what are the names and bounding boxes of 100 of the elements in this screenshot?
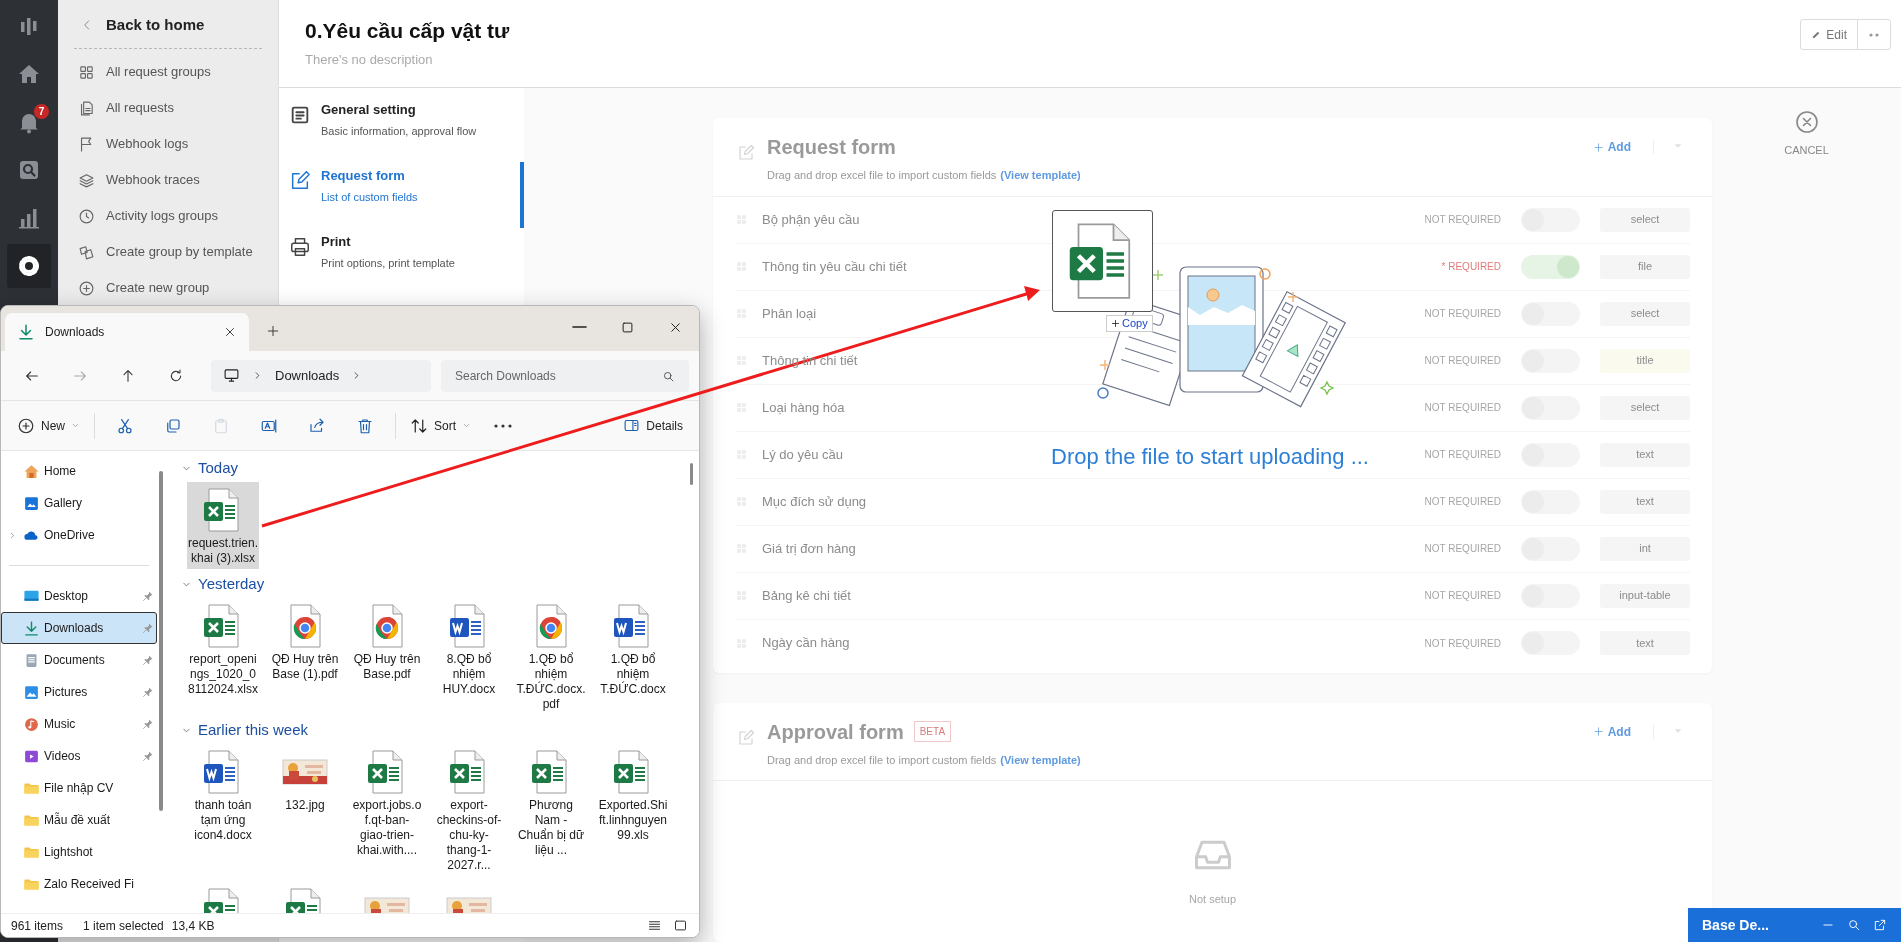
search-icon (17, 158, 41, 182)
edit-icon (737, 728, 755, 747)
address-bar[interactable]: Downloads (211, 359, 431, 392)
sidebar-item[interactable]: Webhook logs (74, 133, 262, 155)
grid-icon (78, 63, 95, 81)
group-header[interactable]: Yesterday (181, 573, 265, 595)
item-count: 961 items (11, 917, 64, 935)
field-name: Lý do yêu cầu (762, 445, 843, 464)
home-icon (23, 462, 40, 480)
file-tile[interactable]: QĐ Huy trên Base.pdf (351, 598, 423, 715)
toggle-switch[interactable] (1521, 254, 1580, 279)
group-header[interactable]: Earlier this week (181, 719, 309, 741)
file-name: Phương Nam - Chuẩn bị dữ liệu ... (516, 798, 586, 858)
file-tile[interactable]: export-checkins-of-chu-ky-thang-1-2027.r... (433, 744, 505, 876)
chevron-right-icon (8, 530, 17, 540)
file-tile[interactable]: QĐ Huy trên Base (1).pdf (269, 598, 341, 715)
requirement-label: NOT REQUIRED (1423, 542, 1501, 556)
file-tile[interactable]: thanh toán tạm ứng icon4.docx (187, 744, 259, 876)
chat-widget-bar[interactable]: Base De... (1688, 908, 1901, 942)
close-icon (223, 325, 237, 339)
settings-nav-title: General setting (321, 101, 417, 119)
music-icon (23, 715, 40, 733)
file-tile[interactable]: Exported.Shift.linhnguyen99.xls (597, 744, 669, 876)
nav-pane-item[interactable]: Lightshot (1, 836, 157, 868)
sidebar-item[interactable]: All requests (74, 97, 262, 119)
field-type-tag: input-table (1600, 583, 1690, 608)
nav-pane-item[interactable]: Documents (1, 644, 157, 676)
file-name: 8.QĐ bổ nhiệm HUY.docx (441, 652, 497, 697)
file-name: QĐ Huy trên Base (1).pdf (270, 652, 340, 682)
nav-pane-item[interactable]: Zalo Received Fi (1, 868, 157, 900)
nav-pane-item[interactable]: Mẫu đề xuất (1, 804, 157, 836)
requirement-label: NOT REQUIRED (1423, 401, 1501, 415)
field-type-tag: select (1600, 395, 1690, 420)
close-icon (1794, 110, 1819, 134)
active-indicator (520, 162, 524, 228)
file-name: Exported.Shift.linhnguyen99.xls (597, 798, 669, 843)
file-size: 13,4 KB (171, 917, 215, 935)
sidebar-item[interactable]: Create new group (74, 277, 262, 299)
rail-button[interactable] (7, 244, 51, 288)
card-hint: Drag and drop excel file to import custom fields (767, 752, 997, 768)
up-arrow-icon (120, 367, 136, 384)
details-button[interactable]: Details (617, 408, 689, 443)
pin-icon (142, 654, 154, 666)
file-tile[interactable]: 132.jpg (269, 744, 341, 876)
field-name: Bảng kê chi tiết (762, 586, 851, 605)
file-tile[interactable]: request.trien.khai (3).xlsx (187, 482, 259, 569)
sidebar-item[interactable]: Webhook traces (74, 169, 262, 191)
nav-pane-item[interactable]: OneDrive (1, 519, 157, 551)
settings-nav-item[interactable]: General setting Basic information, approval flow (279, 96, 524, 162)
monitor-icon (223, 367, 240, 384)
nav-pane-item[interactable]: Home (1, 455, 157, 487)
window-tab[interactable]: Downloads (5, 313, 249, 351)
back-link[interactable]: Back to home (74, 12, 262, 38)
file-tile[interactable]: Phương Nam - Chuẩn bị dữ liệu ... (515, 744, 587, 876)
file-name: 1.QĐ bổ nhiệm T.ĐỨC.docx.pdf (515, 652, 587, 712)
field-type-tag: file (1600, 254, 1690, 279)
sidebar-item[interactable]: Create group by template (74, 241, 262, 263)
pin-icon (142, 590, 154, 602)
file-tile[interactable]: report_openings_1020_08112024.xlsx (187, 598, 259, 715)
rail-button[interactable]: 7 (7, 100, 51, 144)
file-tile[interactable]: 8.QĐ bổ nhiệm HUY.docx (433, 598, 505, 715)
settings-nav-item[interactable]: Request form List of custom fields (279, 162, 524, 228)
tiles-view-icon (672, 918, 688, 933)
breadcrumb-item[interactable]: Downloads (275, 365, 340, 386)
requirement-label: NOT REQUIRED (1423, 213, 1501, 227)
nav-pane-item[interactable]: Videos (1, 740, 157, 772)
nav-pane-item[interactable]: Pictures (1, 676, 157, 708)
sort-button[interactable]: Sort (404, 408, 478, 443)
field-name: Mục đích sử dụng (762, 492, 867, 511)
settings-nav-item[interactable]: Print Print options, print template (279, 228, 524, 294)
file-name: request.trien.khai (3).xlsx (187, 536, 259, 566)
file-tile[interactable]: 1.QĐ bổ nhiệm T.ĐỨC.docx (597, 598, 669, 715)
empty-message: Not setup (1188, 892, 1237, 907)
field-type-tag: select (1600, 301, 1690, 326)
plus-circle-icon (78, 279, 95, 297)
search-field[interactable]: Search Downloads (441, 359, 689, 392)
sidebar-item[interactable]: All request groups (74, 61, 262, 83)
documents-icon (78, 99, 95, 117)
nav-pane-item[interactable]: Music (1, 708, 157, 740)
sidebar-item[interactable]: Activity logs groups (74, 205, 262, 227)
requirement-label: NOT REQUIRED (1423, 307, 1501, 321)
page-title: 0.Yêu cầu cấp vật tư (305, 18, 510, 44)
page-description: There's no description (305, 51, 434, 69)
download-icon (23, 619, 40, 637)
nav-pane-item[interactable]: File nhập CV (1, 772, 157, 804)
nav-pane-item[interactable]: Desktop (1, 580, 157, 612)
file-tile[interactable]: 1.QĐ bổ nhiệm T.ĐỨC.docx.pdf (515, 598, 587, 715)
nav-pane-item[interactable]: Downloads (1, 612, 157, 644)
edit-icon (289, 170, 311, 192)
field-name: Loại hàng hóa (762, 398, 845, 417)
file-tile[interactable]: export.jobs.of.qt-ban-giao-trien-khai.with.... (351, 744, 423, 876)
cancel-button[interactable]: CANCEL (1712, 88, 1901, 178)
file-name: thanh toán tạm ứng icon4.docx (193, 798, 253, 843)
nav-pane-item[interactable]: Gallery (1, 487, 157, 519)
new-button[interactable]: New (11, 408, 86, 443)
group-header[interactable]: Today (181, 457, 239, 479)
clock-icon (78, 207, 95, 225)
bar-chart-icon (17, 206, 41, 230)
file-name: export.jobs.of.qt-ban-giao-trien-khai.with.... (351, 798, 423, 858)
file-name: 132.jpg (284, 798, 326, 813)
